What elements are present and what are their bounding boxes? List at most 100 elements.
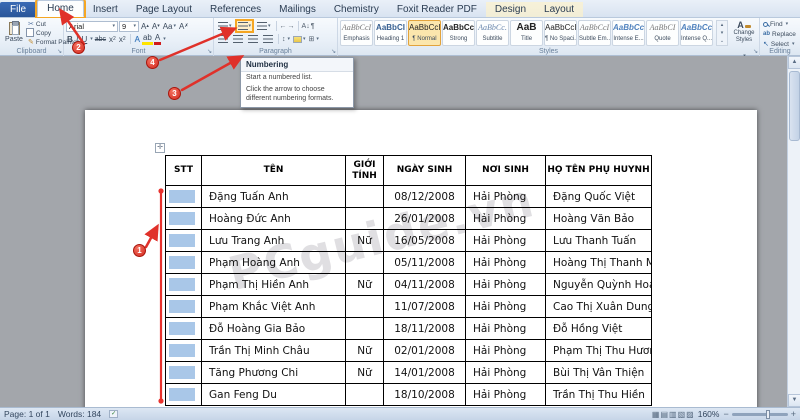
style-intense-q[interactable]: AaBbCcI Intense Q... xyxy=(680,20,713,46)
table-cell[interactable]: Trần Thị Thu Hiền xyxy=(545,383,652,406)
zoom-thumb[interactable] xyxy=(765,409,770,419)
table-cell[interactable]: Trần Thị Minh Châu xyxy=(201,339,346,362)
font-family-select[interactable]: Arial ▾ xyxy=(66,20,118,32)
table-cell[interactable]: Tăng Phương Chi xyxy=(201,361,346,384)
show-hide-paragraph-button[interactable]: ¶ xyxy=(311,23,315,30)
text-highlight-button[interactable]: ab xyxy=(141,33,153,45)
change-case-button[interactable]: Aa ▾ xyxy=(162,22,177,31)
strikethrough-button[interactable]: abc xyxy=(94,36,107,43)
superscript-button[interactable]: x2 xyxy=(118,35,127,44)
table-cell[interactable]: Hoàng Đức Anh xyxy=(201,207,346,230)
web-layout-view-icon[interactable]: ▥ xyxy=(669,410,677,419)
table-cell[interactable]: 16/05/2008 xyxy=(383,229,466,252)
print-layout-view-icon[interactable]: ▦ xyxy=(652,410,660,419)
increase-indent-button[interactable]: → xyxy=(288,23,295,30)
find-button[interactable]: Find ▾ xyxy=(763,20,796,28)
column-header[interactable]: TÊN xyxy=(201,155,346,186)
tab-design[interactable]: Design xyxy=(485,2,536,17)
line-spacing-button[interactable]: ↕ xyxy=(282,36,286,43)
tab-insert[interactable]: Insert xyxy=(84,2,127,17)
table-cell[interactable] xyxy=(165,185,202,208)
word-count[interactable]: Words: 184 xyxy=(58,409,101,419)
fullscreen-view-icon[interactable]: ▤ xyxy=(660,410,668,419)
table-cell[interactable] xyxy=(165,339,202,362)
borders-button[interactable]: ⊞ xyxy=(309,35,315,43)
table-cell[interactable]: Hải Phòng xyxy=(465,361,546,384)
style-strong[interactable]: AaBbCcI Strong xyxy=(442,20,475,46)
table-cell[interactable] xyxy=(165,295,202,318)
align-left-button[interactable] xyxy=(216,33,230,45)
grow-font-button[interactable]: A ▴ xyxy=(140,22,150,31)
table-cell[interactable]: 18/10/2008 xyxy=(383,383,466,406)
style-title[interactable]: AaB Title xyxy=(510,20,543,46)
table-cell[interactable]: Phạm Khắc Việt Anh xyxy=(201,295,346,318)
table-cell[interactable]: Hoàng Văn Bảo xyxy=(545,207,652,230)
table-cell[interactable]: Nữ xyxy=(345,339,384,362)
table-cell[interactable]: Hải Phòng xyxy=(465,317,546,340)
sort-button[interactable]: A↓ xyxy=(302,23,310,30)
gallery-more-icon[interactable]: ⌄ xyxy=(717,37,727,45)
zoom-track[interactable] xyxy=(731,409,788,419)
style-subtle-em[interactable]: AaBbCcI Subtle Em... xyxy=(578,20,611,46)
table-cell[interactable]: Nguyễn Quỳnh Hoa xyxy=(545,273,652,296)
table-cell[interactable]: Đỗ Hồng Việt xyxy=(545,317,652,340)
style-normal[interactable]: AaBbCcI ¶ Normal xyxy=(408,20,441,46)
shading-button[interactable]: ▾ xyxy=(291,34,308,45)
tab-references[interactable]: References xyxy=(201,2,270,17)
table-cell[interactable] xyxy=(345,295,384,318)
font-size-select[interactable]: 9 ▾ xyxy=(119,20,139,32)
table-cell[interactable] xyxy=(345,207,384,230)
tab-home[interactable]: Home xyxy=(37,0,84,17)
column-header[interactable]: NGÀY SINH xyxy=(383,155,466,186)
bullets-button[interactable]: ▾ xyxy=(216,20,234,32)
zoom-in-icon[interactable]: + xyxy=(791,409,796,419)
tab-chemistry[interactable]: Chemistry xyxy=(325,2,388,17)
table-cell[interactable]: Hải Phòng xyxy=(465,185,546,208)
table-cell[interactable] xyxy=(345,383,384,406)
table-cell[interactable] xyxy=(345,317,384,340)
italic-button[interactable]: I xyxy=(75,35,80,44)
table-move-handle-icon[interactable]: ✛ xyxy=(155,143,165,153)
font-dialog-launcher-icon[interactable]: ↘ xyxy=(207,48,212,55)
style-heading-1[interactable]: AaBbCI Heading 1 xyxy=(374,20,407,46)
style-subtitle[interactable]: AaBbCc. Subtitle xyxy=(476,20,509,46)
table-cell[interactable]: Phạm Thị Thu Hương xyxy=(545,339,652,362)
table-cell[interactable]: Bùi Thị Vân Thiện xyxy=(545,361,652,384)
replace-button[interactable]: ab Replace xyxy=(763,30,796,38)
table-cell[interactable]: Hải Phòng xyxy=(465,229,546,252)
decrease-indent-button[interactable]: ← xyxy=(280,23,287,30)
vertical-scrollbar[interactable]: ▲ ▼ xyxy=(787,56,800,407)
text-effects-button[interactable]: A xyxy=(134,35,141,44)
table-cell[interactable] xyxy=(345,185,384,208)
outline-view-icon[interactable]: ▧ xyxy=(678,410,686,419)
bold-button[interactable]: B xyxy=(66,35,74,44)
paste-button[interactable]: Paste xyxy=(2,19,26,46)
subscript-button[interactable]: x2 xyxy=(108,35,117,44)
tab-layout[interactable]: Layout xyxy=(535,2,584,17)
table-cell[interactable]: 05/11/2008 xyxy=(383,251,466,274)
table-cell[interactable]: Hải Phòng xyxy=(465,339,546,362)
style-quote[interactable]: AaBbCI Quote xyxy=(646,20,679,46)
table-cell[interactable]: Hải Phòng xyxy=(465,207,546,230)
table-cell[interactable]: Nữ xyxy=(345,229,384,252)
zoom-level[interactable]: 160% xyxy=(698,409,720,419)
style-intense-e[interactable]: AaBbCcI Intense E... xyxy=(612,20,645,46)
table-cell[interactable]: Nữ xyxy=(345,361,384,384)
table-cell[interactable]: Hoàng Thị Thanh Mai xyxy=(545,251,652,274)
table-cell[interactable] xyxy=(165,251,202,274)
table-cell[interactable] xyxy=(165,317,202,340)
scroll-down-icon[interactable]: ▼ xyxy=(788,394,800,407)
justify-button[interactable] xyxy=(261,33,275,45)
proofing-icon[interactable]: ✓ xyxy=(109,410,119,418)
font-color-button[interactable]: A xyxy=(153,33,162,45)
column-header[interactable]: STT xyxy=(165,155,202,186)
table-cell[interactable]: Hải Phòng xyxy=(465,251,546,274)
tab-page-layout[interactable]: Page Layout xyxy=(127,2,201,17)
style-no-spaci[interactable]: AaBbCcI ¶ No Spaci... xyxy=(544,20,577,46)
table-cell[interactable] xyxy=(165,229,202,252)
table-cell[interactable]: 08/12/2008 xyxy=(383,185,466,208)
table-cell[interactable]: 26/01/2008 xyxy=(383,207,466,230)
clipboard-dialog-launcher-icon[interactable]: ↘ xyxy=(57,48,62,55)
gallery-up-icon[interactable]: ▴ xyxy=(717,21,727,29)
table-cell[interactable]: Đỗ Hoàng Gia Bảo xyxy=(201,317,346,340)
